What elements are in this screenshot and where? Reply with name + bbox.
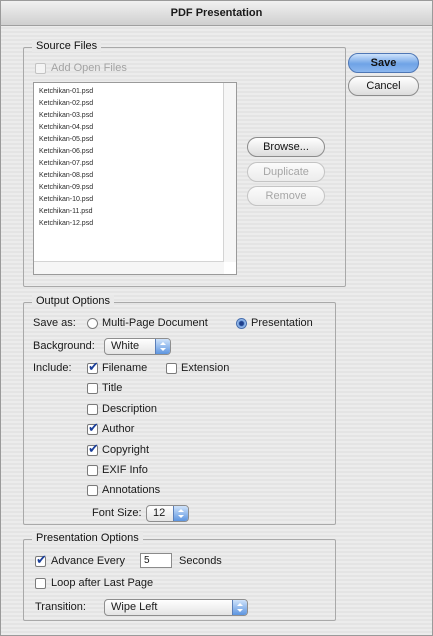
browse-button[interactable]: Browse...	[247, 137, 325, 157]
annotations-label: Annotations	[102, 484, 161, 496]
popup-arrows-icon	[232, 600, 247, 615]
horizontal-scrollbar[interactable]	[34, 261, 224, 274]
font-size-label: Font Size:	[92, 507, 142, 519]
transition-label: Transition:	[35, 601, 86, 613]
file-list-item[interactable]: Ketchikan-08.psd	[35, 170, 221, 182]
popup-arrows-icon	[173, 506, 188, 521]
save-as-presentation-radio[interactable]	[236, 318, 247, 329]
save-as-multipage-radio[interactable]	[87, 318, 98, 329]
popup-arrows-icon	[155, 339, 170, 354]
description-label: Description	[102, 403, 158, 415]
file-list-item[interactable]: Ketchikan-06.psd	[35, 146, 221, 158]
description-checkbox[interactable]	[87, 404, 98, 415]
author-checkbox[interactable]	[87, 421, 99, 436]
save-as-label: Save as:	[33, 317, 76, 329]
file-list-item[interactable]: Ketchikan-12.psd	[35, 218, 221, 230]
file-list-item[interactable]: Ketchikan-03.psd	[35, 110, 221, 122]
save-as-presentation-label: Presentation	[251, 317, 313, 329]
copyright-checkbox[interactable]	[87, 442, 99, 457]
source-file-list[interactable]: Ketchikan-01.psd Ketchikan-02.psd Ketchika…	[33, 82, 237, 275]
file-list-item[interactable]: Ketchikan-04.psd	[35, 122, 221, 134]
file-list-item[interactable]: Ketchikan-02.psd	[35, 98, 221, 110]
file-list-item[interactable]: Ketchikan-01.psd	[35, 86, 221, 98]
file-list-items: Ketchikan-01.psd Ketchikan-02.psd Ketchika…	[35, 86, 221, 230]
save-button[interactable]: Save	[348, 53, 419, 73]
include-label: Include:	[33, 362, 72, 374]
advance-every-label: Advance Every	[51, 555, 125, 567]
background-label: Background:	[33, 340, 95, 352]
output-options-legend: Output Options	[32, 295, 114, 307]
extension-checkbox[interactable]	[166, 363, 177, 374]
add-open-files-checkbox[interactable]	[35, 63, 46, 74]
filename-label: Filename	[102, 362, 148, 374]
add-open-files-label: Add Open Files	[51, 62, 127, 74]
file-list-item[interactable]: Ketchikan-09.psd	[35, 182, 221, 194]
filename-checkbox[interactable]	[87, 360, 99, 375]
duplicate-button[interactable]: Duplicate	[247, 162, 325, 182]
presentation-options-legend: Presentation Options	[32, 532, 143, 544]
copyright-label: Copyright	[102, 444, 150, 456]
file-list-item[interactable]: Ketchikan-07.psd	[35, 158, 221, 170]
advance-every-checkbox[interactable]	[35, 553, 47, 568]
title-label: Title	[102, 382, 123, 394]
save-as-multipage-label: Multi-Page Document	[102, 317, 208, 329]
exif-info-checkbox[interactable]	[87, 465, 98, 476]
transition-value: Wipe Left	[111, 601, 158, 613]
background-select[interactable]: White	[104, 338, 171, 355]
seconds-label: Seconds	[179, 555, 222, 567]
file-list-item[interactable]: Ketchikan-05.psd	[35, 134, 221, 146]
annotations-checkbox[interactable]	[87, 485, 98, 496]
window-title: PDF Presentation	[1, 1, 432, 26]
pdf-presentation-dialog: PDF Presentation Source Files Add Open F…	[0, 0, 433, 636]
file-list-item[interactable]: Ketchikan-10.psd	[35, 194, 221, 206]
advance-seconds-input[interactable]: 5	[140, 553, 172, 568]
exif-info-label: EXIF Info	[102, 464, 148, 476]
file-list-item[interactable]: Ketchikan-11.psd	[35, 206, 221, 218]
vertical-scrollbar[interactable]	[223, 83, 236, 262]
source-files-legend: Source Files	[32, 40, 102, 52]
author-label: Author	[102, 423, 135, 435]
font-size-value: 12	[153, 507, 166, 519]
extension-label: Extension	[181, 362, 230, 374]
title-checkbox[interactable]	[87, 383, 98, 394]
output-options-group: Output Options	[23, 295, 336, 525]
background-value: White	[111, 340, 140, 352]
font-size-select[interactable]: 12	[146, 505, 189, 522]
cancel-button[interactable]: Cancel	[348, 76, 419, 96]
loop-after-last-page-checkbox[interactable]	[35, 578, 46, 589]
transition-select[interactable]: Wipe Left	[104, 599, 248, 616]
remove-button[interactable]: Remove	[247, 186, 325, 206]
loop-after-last-page-label: Loop after Last Page	[51, 577, 154, 589]
